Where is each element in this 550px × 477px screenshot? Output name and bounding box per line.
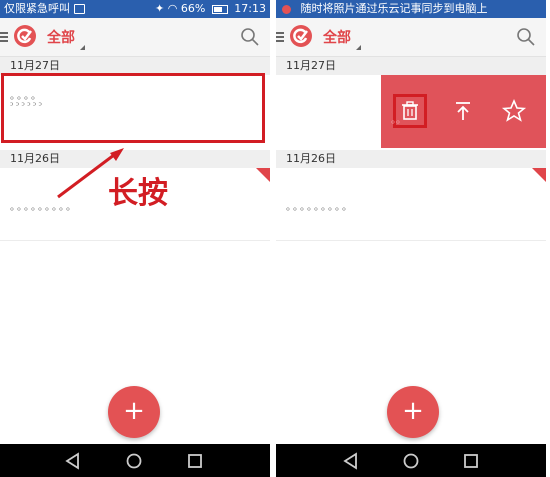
navigation-bar [276,444,546,477]
navigation-bar [0,444,270,477]
notification-text: 随时将照片通过乐云记事同步到电脑上 [300,2,488,15]
starred-corner-badge [256,168,270,182]
phone-screen-left: 仅限紧急呼叫 ✦ ◠ 66% 17:13 全部 11月27日 。。。。 ᵓᵓᵓᵓ… [0,0,270,477]
home-icon[interactable] [400,450,422,472]
app-logo-icon [290,25,312,47]
filter-dropdown[interactable]: 全部 [47,27,85,50]
menu-icon[interactable] [0,32,8,42]
star-icon [501,98,527,122]
filter-label: 全部 [47,30,75,46]
back-icon[interactable] [340,450,362,472]
battery-icon [211,4,228,14]
app-bar: 全部 [0,18,270,57]
clock: 17:13 [234,2,266,15]
search-icon[interactable] [516,27,536,47]
plus-icon: + [123,396,145,426]
image-notification-icon [73,4,85,14]
divider [276,240,546,241]
long-press-highlight [1,73,265,143]
battery-percent: 66% [180,2,206,15]
starred-corner-badge [532,168,546,182]
move-to-top-icon [456,102,470,120]
home-icon[interactable] [123,450,145,472]
signal-icon: ✦ ◠ [155,2,178,15]
move-to-top-button[interactable] [446,94,480,128]
app-logo-icon [14,25,36,47]
menu-icon[interactable] [276,32,284,42]
add-note-button[interactable]: + [387,386,439,438]
dropdown-triangle-icon [356,45,361,50]
phone-screen-right: 随时将照片通过乐云记事同步到电脑上 全部 11月27日 。。 11月26日 。。… [276,0,546,477]
add-note-button[interactable]: + [108,386,160,438]
carrier-text: 仅限紧急呼叫 [4,2,70,15]
search-icon[interactable] [240,27,260,47]
status-bar: 随时将照片通过乐云记事同步到电脑上 [276,0,546,18]
recent-apps-icon[interactable] [460,450,482,472]
back-icon[interactable] [62,450,84,472]
status-bar: 仅限紧急呼叫 ✦ ◠ 66% 17:13 [0,0,270,18]
app-bar: 全部 [276,18,546,57]
dropdown-triangle-icon [80,45,85,50]
app-notification-icon [282,4,291,14]
note-item[interactable]: 。。。。。。。。。 [276,168,546,240]
plus-icon: + [402,396,424,426]
recent-apps-icon[interactable] [184,450,206,472]
annotation-label: 长按 [108,176,168,211]
filter-dropdown[interactable]: 全部 [323,27,361,50]
note-text-line: 。。。。。。。。。 [286,202,354,213]
star-button[interactable] [497,94,531,128]
date-header: 11月27日 [276,57,546,75]
filter-label: 全部 [323,30,351,46]
divider [0,240,270,241]
faded-note-text: 。。 [391,115,406,126]
date-header: 11月26日 [276,150,546,168]
